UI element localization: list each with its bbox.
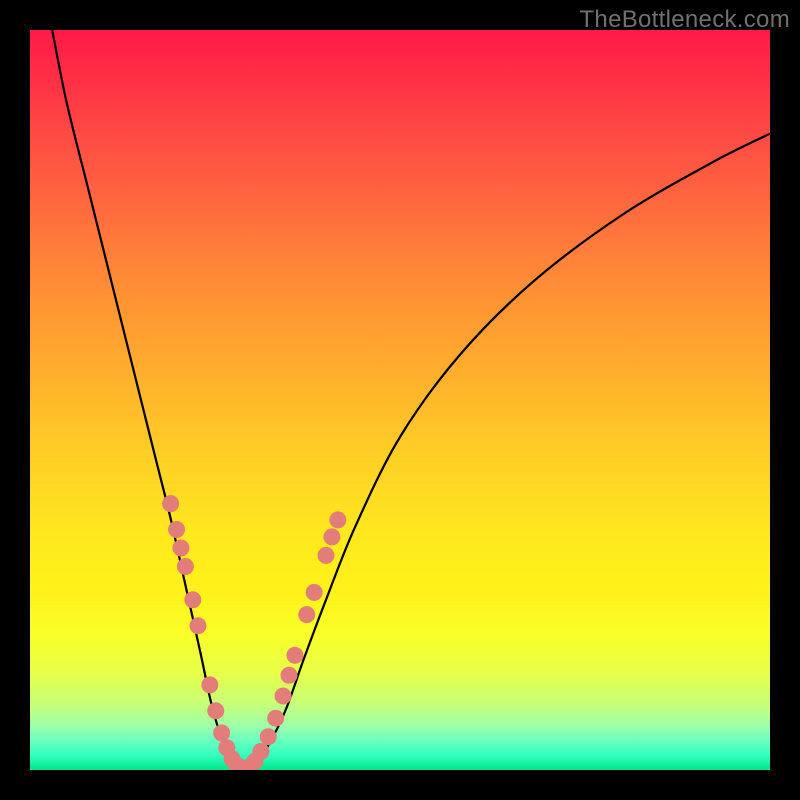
data-point <box>329 511 346 528</box>
data-point <box>252 743 269 760</box>
chart-svg <box>30 30 770 770</box>
data-point <box>213 725 230 742</box>
data-point <box>260 728 277 745</box>
data-point <box>323 528 340 545</box>
data-points <box>162 495 346 770</box>
bottleneck-curve <box>52 30 770 770</box>
chart-frame: TheBottleneck.com <box>0 0 800 800</box>
data-point <box>168 521 185 538</box>
watermark-text: TheBottleneck.com <box>579 6 790 34</box>
data-point <box>298 606 315 623</box>
data-point <box>201 676 218 693</box>
data-point <box>207 702 224 719</box>
data-point <box>306 584 323 601</box>
data-point <box>172 540 189 557</box>
data-point <box>275 688 292 705</box>
data-point <box>286 647 303 664</box>
data-point <box>267 710 284 727</box>
data-point <box>281 667 298 684</box>
plot-area <box>30 30 770 770</box>
data-point <box>177 558 194 575</box>
data-point <box>162 495 179 512</box>
data-point <box>318 547 335 564</box>
data-point <box>189 617 206 634</box>
data-point <box>184 591 201 608</box>
curve-path <box>52 30 770 770</box>
